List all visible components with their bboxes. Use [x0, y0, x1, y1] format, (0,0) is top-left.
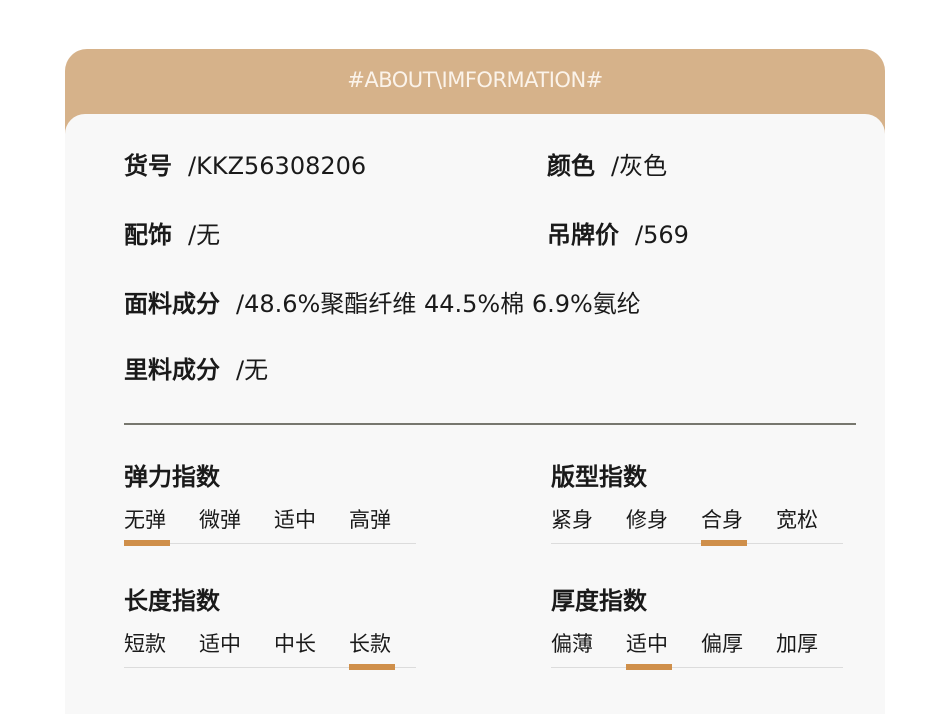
- elasticity-selected-marker: [124, 540, 170, 546]
- fit-option: 合身: [701, 508, 743, 532]
- length-option: 中长: [274, 632, 316, 656]
- length-options: 短款 适中 中长 长款: [124, 632, 416, 680]
- color-value: /灰色: [611, 152, 668, 180]
- tag-price-label: 吊牌价: [547, 221, 619, 249]
- fit-index: 版型指数 紧身 修身 合身 宽松: [551, 462, 843, 556]
- length-selected-marker: [349, 664, 395, 670]
- info-accessory: 配饰/无: [124, 220, 220, 250]
- thickness-option: 适中: [626, 632, 668, 656]
- thickness-option: 偏薄: [551, 632, 593, 656]
- length-option: 长款: [349, 632, 391, 656]
- elasticity-option: 无弹: [124, 508, 166, 532]
- elasticity-index-title: 弹力指数: [124, 463, 220, 491]
- elasticity-option: 高弹: [349, 508, 391, 532]
- section-divider: [124, 423, 856, 425]
- info-fabric: 面料成分/48.6%聚酯纤维 44.5%棉 6.9%氨纶: [124, 289, 641, 319]
- info-color: 颜色/灰色: [547, 151, 667, 181]
- info-lining: 里料成分/无: [124, 355, 268, 385]
- thickness-selected-marker: [626, 664, 672, 670]
- elasticity-option: 适中: [274, 508, 316, 532]
- accessory-label: 配饰: [124, 221, 172, 249]
- length-index-title: 长度指数: [124, 587, 220, 615]
- fit-index-title: 版型指数: [551, 463, 647, 491]
- thickness-option: 偏厚: [701, 632, 743, 656]
- accessory-value: /无: [188, 221, 221, 249]
- info-item-no: 货号/KKZ56308206: [124, 151, 366, 181]
- color-label: 颜色: [547, 152, 595, 180]
- thickness-options: 偏薄 适中 偏厚 加厚: [551, 632, 843, 680]
- lining-label: 里料成分: [124, 356, 220, 384]
- fabric-value: /48.6%聚酯纤维 44.5%棉 6.9%氨纶: [236, 290, 641, 318]
- fit-option: 修身: [626, 508, 668, 532]
- item-no-label: 货号: [124, 152, 172, 180]
- length-index: 长度指数 短款 适中 中长 长款: [124, 586, 416, 680]
- lining-value: /无: [236, 356, 269, 384]
- thickness-option: 加厚: [776, 632, 818, 656]
- info-tag-price: 吊牌价/569: [547, 220, 689, 250]
- thickness-index-title: 厚度指数: [551, 587, 647, 615]
- fit-scale-line: [551, 543, 843, 544]
- fit-option: 宽松: [776, 508, 818, 532]
- fit-options: 紧身 修身 合身 宽松: [551, 508, 843, 556]
- length-option: 适中: [199, 632, 241, 656]
- length-option: 短款: [124, 632, 166, 656]
- tag-price-value: /569: [635, 221, 689, 249]
- fit-option: 紧身: [551, 508, 593, 532]
- elasticity-options: 无弹 微弹 适中 高弹: [124, 508, 416, 556]
- elasticity-index: 弹力指数 无弹 微弹 适中 高弹: [124, 462, 416, 556]
- thickness-scale-line: [551, 667, 843, 668]
- item-no-value: /KKZ56308206: [188, 152, 367, 180]
- fit-selected-marker: [701, 540, 747, 546]
- elasticity-option: 微弹: [199, 508, 241, 532]
- thickness-index: 厚度指数 偏薄 适中 偏厚 加厚: [551, 586, 843, 680]
- fabric-label: 面料成分: [124, 290, 220, 318]
